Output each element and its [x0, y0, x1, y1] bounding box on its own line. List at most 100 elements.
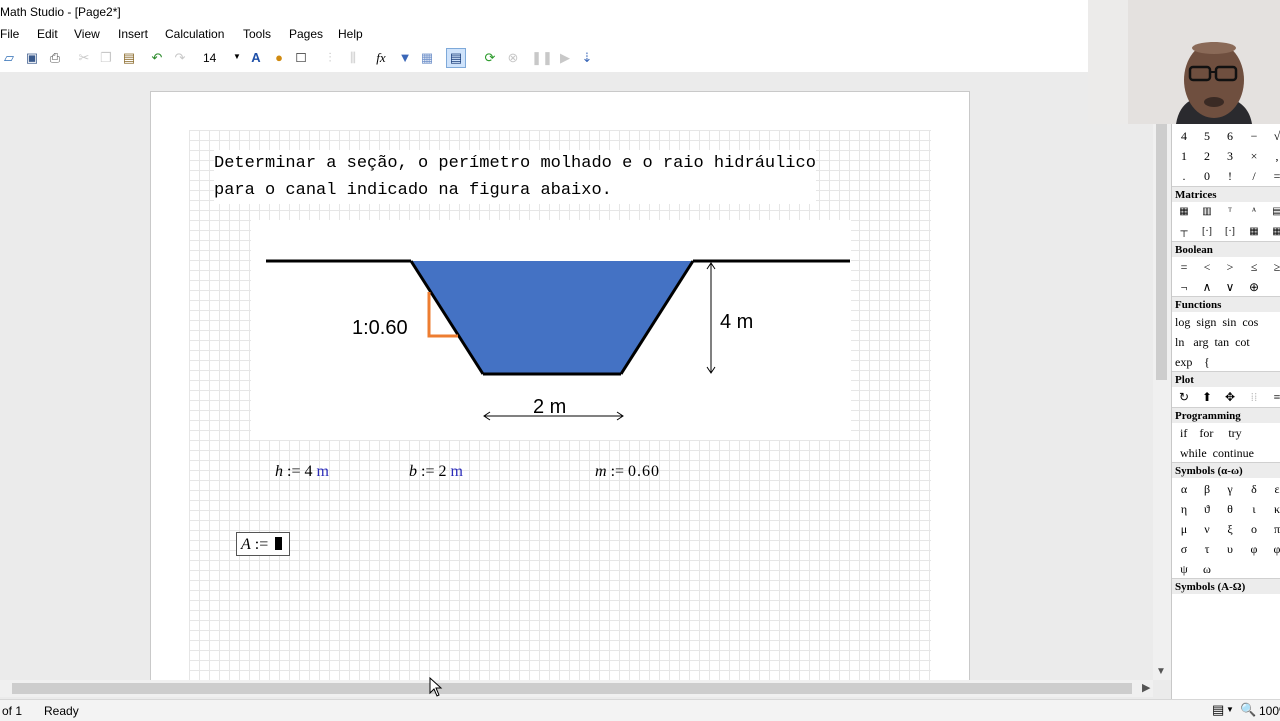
palette-key[interactable]: −	[1243, 128, 1265, 144]
brace-icon[interactable]: {	[1204, 354, 1210, 370]
palette-key[interactable]: υ	[1219, 541, 1241, 557]
matrix-icon[interactable]: ▤	[1266, 204, 1280, 220]
menu-tools[interactable]: Tools	[243, 27, 271, 41]
matrix-icon[interactable]: ▦	[1266, 224, 1280, 240]
pause-icon[interactable]: ❚❚	[531, 50, 553, 66]
matrix-icon[interactable]: [·]	[1196, 224, 1218, 240]
grid-plot-icon[interactable]: ⁞⁞	[1243, 389, 1265, 405]
definition-b[interactable]: b := 2 m	[409, 463, 463, 481]
definition-m[interactable]: m := 0.60	[595, 463, 660, 481]
step-icon[interactable]: ⇣	[579, 50, 595, 66]
palette-key[interactable]: ×	[1243, 148, 1265, 164]
palette-key[interactable]: θ	[1219, 501, 1241, 517]
palette-key[interactable]: 4	[1173, 128, 1195, 144]
palette-functions-row[interactable]: ln arg tan cot	[1175, 334, 1250, 350]
palette-key[interactable]: η	[1173, 501, 1195, 517]
problem-statement[interactable]: Determinar a seção, o perímetro molhado …	[214, 150, 816, 204]
palette-key[interactable]: β	[1196, 481, 1218, 497]
align-icon[interactable]: ⫶	[322, 50, 338, 66]
palette-key[interactable]: 5	[1196, 128, 1218, 144]
worksheet-page[interactable]: Determinar a seção, o perímetro molhado …	[150, 91, 970, 680]
highlight-icon[interactable]: ●	[271, 50, 287, 66]
palette-key[interactable]: ∨	[1219, 279, 1241, 295]
palette-key[interactable]: ξ	[1219, 521, 1241, 537]
palette-key[interactable]: φ	[1266, 541, 1280, 557]
open-icon[interactable]: ▱	[1, 50, 17, 66]
matrix-icon[interactable]: ▦	[1243, 224, 1265, 240]
palette-key[interactable]: γ	[1219, 481, 1241, 497]
undo-icon[interactable]: ↶	[149, 50, 165, 66]
palette-key[interactable]: ∧	[1196, 279, 1218, 295]
palette-key[interactable]: ε	[1266, 481, 1280, 497]
print-icon[interactable]: ⎙	[47, 50, 63, 66]
palette-key[interactable]: π	[1266, 521, 1280, 537]
palette-key[interactable]: 0	[1196, 168, 1218, 184]
zoom-level[interactable]: 100%	[1259, 704, 1280, 718]
palette-key[interactable]: φ	[1243, 541, 1265, 557]
matrix-icon[interactable]: ┬	[1173, 224, 1195, 240]
palette-key[interactable]: <	[1196, 259, 1218, 275]
save-icon[interactable]: ▣	[24, 50, 40, 66]
palette-functions-row[interactable]: exp	[1175, 354, 1192, 370]
vertical-scroll-thumb[interactable]	[1156, 112, 1167, 380]
palette-key[interactable]: /	[1243, 168, 1265, 184]
palette-symbols-upper-header[interactable]: Symbols (Α-Ω)	[1172, 578, 1280, 594]
menu-view[interactable]: View	[74, 27, 100, 41]
input-expression[interactable]: A :=	[236, 532, 290, 556]
menu-file[interactable]: File	[0, 27, 19, 41]
move-plot-icon[interactable]: ⬆	[1196, 389, 1218, 405]
palette-key[interactable]: σ	[1173, 541, 1195, 557]
worksheet-area[interactable]: Determinar a seção, o perímetro molhado …	[0, 72, 1153, 680]
palette-key[interactable]: μ	[1173, 521, 1195, 537]
palette-key[interactable]: ⊕	[1243, 279, 1265, 295]
palette-key[interactable]: ≥	[1266, 259, 1280, 275]
palette-key[interactable]: ν	[1196, 521, 1218, 537]
lines-plot-icon[interactable]: ≡	[1266, 389, 1280, 405]
stop-icon[interactable]: ⊗	[505, 50, 521, 66]
menu-help[interactable]: Help	[338, 27, 363, 41]
zoom-icon[interactable]: 🔍	[1240, 702, 1256, 718]
palette-key[interactable]: =	[1266, 168, 1280, 184]
view-mode-icon[interactable]: ▤	[1212, 702, 1224, 718]
region-icon[interactable]: ▤	[446, 48, 466, 68]
font-size-select[interactable]: 14	[203, 51, 216, 65]
palette-key[interactable]: √	[1266, 128, 1280, 144]
palette-key[interactable]: 6	[1219, 128, 1241, 144]
rotate-plot-icon[interactable]: ↻	[1173, 389, 1195, 405]
palette-key[interactable]: δ	[1243, 481, 1265, 497]
cut-icon[interactable]: ✂	[76, 50, 92, 66]
palette-functions-header[interactable]: Functions	[1172, 296, 1280, 312]
pan-plot-icon[interactable]: ✥	[1219, 389, 1241, 405]
paste-icon[interactable]: ▤	[121, 50, 137, 66]
palette-key[interactable]: ≤	[1243, 259, 1265, 275]
menu-insert[interactable]: Insert	[118, 27, 148, 41]
horizontal-scrollbar[interactable]: ▶	[0, 680, 1153, 697]
palette-key[interactable]: ω	[1196, 561, 1218, 577]
palette-matrices-header[interactable]: Matrices	[1172, 186, 1280, 202]
palette-key[interactable]: ψ	[1173, 561, 1195, 577]
matrix-transpose-icon[interactable]: ᵀ	[1219, 204, 1241, 220]
font-color-icon[interactable]: A	[248, 50, 264, 66]
horizontal-scroll-thumb[interactable]	[12, 683, 1132, 694]
palette-key[interactable]: ,	[1266, 148, 1280, 164]
matrix-icon[interactable]: ▥	[1196, 204, 1218, 220]
distribute-icon[interactable]: ⫼	[345, 50, 361, 66]
matrix-icon[interactable]: ▦	[1173, 204, 1195, 220]
chevron-down-icon[interactable]: ▼	[1226, 705, 1234, 714]
palette-key[interactable]: !	[1219, 168, 1241, 184]
recalculate-icon[interactable]: ⟳	[482, 50, 498, 66]
palette-key[interactable]: κ	[1266, 501, 1280, 517]
palette-symbols-lower-header[interactable]: Symbols (α-ω)	[1172, 462, 1280, 478]
palette-programming-header[interactable]: Programming	[1172, 407, 1280, 423]
copy-icon[interactable]: ❐	[98, 50, 114, 66]
palette-key[interactable]: >	[1219, 259, 1241, 275]
play-icon[interactable]: ▶	[557, 50, 573, 66]
palette-key[interactable]: ¬	[1173, 279, 1195, 295]
function-icon[interactable]: fx	[373, 50, 389, 66]
border-icon[interactable]: □	[293, 50, 309, 66]
palette-key[interactable]: τ	[1196, 541, 1218, 557]
matrix-inverse-icon[interactable]: ᴬ	[1243, 204, 1265, 220]
matrix-icon[interactable]: [·]	[1219, 224, 1241, 240]
vertical-scrollbar[interactable]: ▼	[1153, 72, 1171, 680]
palette-key[interactable]: =	[1173, 259, 1195, 275]
